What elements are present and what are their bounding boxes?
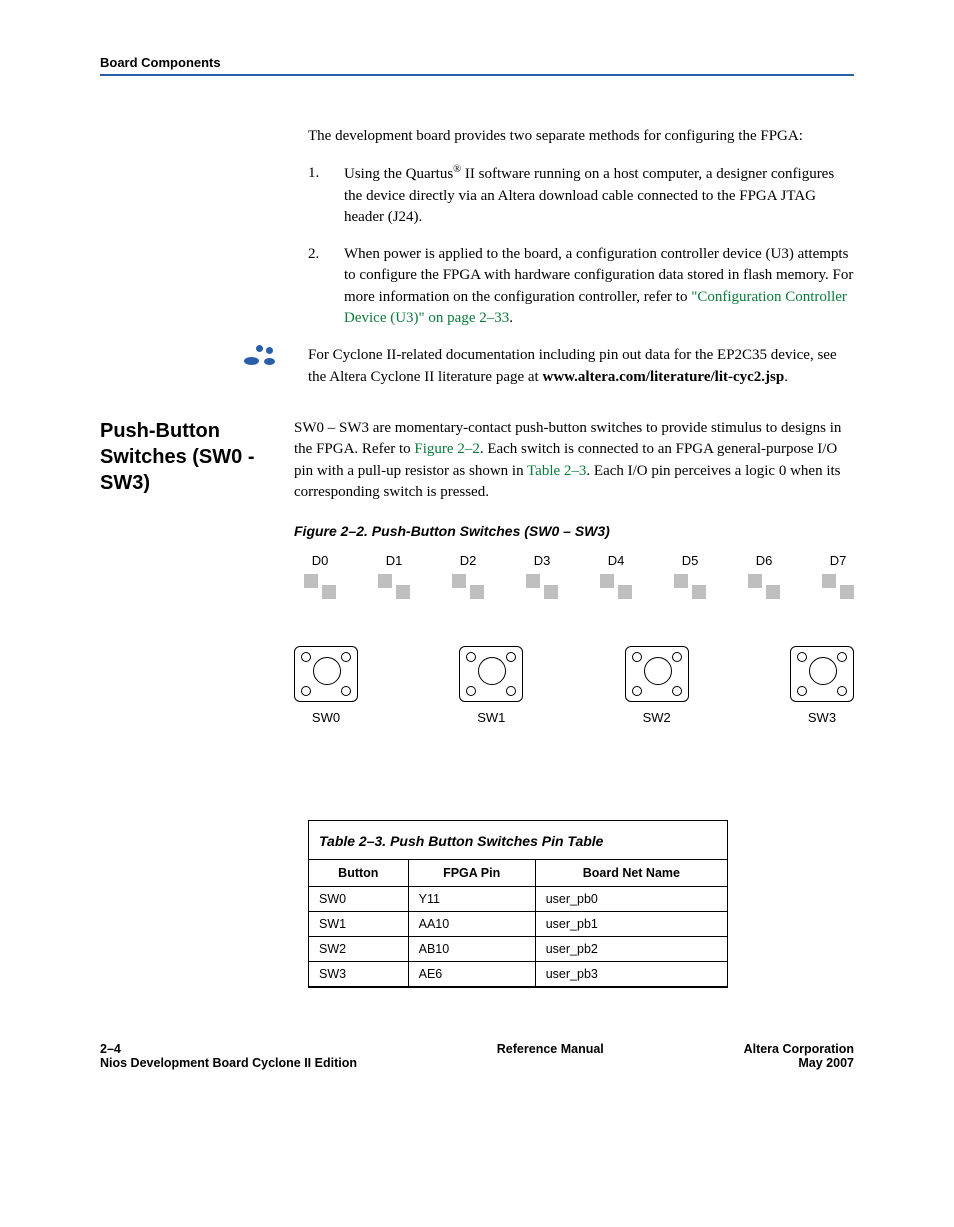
led-icon [674, 574, 706, 606]
page-header: Board Components [100, 55, 854, 76]
led-d7: D7 [822, 553, 854, 606]
table-row: SW0 Y11 user_pb0 [309, 887, 728, 912]
cell-pin: AA10 [408, 912, 535, 937]
note-end: . [784, 369, 788, 385]
figure-area: D0 D1 D2 D3 D4 D5 D6 D7 SW0 SW1 [294, 553, 854, 765]
col-net-name: Board Net Name [535, 860, 727, 887]
led-d4: D4 [600, 553, 632, 606]
led-icon [526, 574, 558, 606]
info-icon-cell [100, 345, 308, 373]
switch-label: SW3 [808, 710, 836, 725]
led-icon [822, 574, 854, 606]
footer-company: Altera Corporation [744, 1042, 854, 1056]
led-d1: D1 [378, 553, 410, 606]
footer-date: May 2007 [744, 1056, 854, 1070]
pushbutton-icon [790, 646, 854, 702]
footer-center: Reference Manual [357, 1042, 744, 1070]
led-d5: D5 [674, 553, 706, 606]
switch-sw3: SW3 [790, 646, 854, 725]
led-d6: D6 [748, 553, 780, 606]
footer-doc-title: Nios Development Board Cyclone II Editio… [100, 1056, 357, 1070]
config-methods-list: 1. Using the Quartus® II software runnin… [308, 163, 854, 329]
led-icon [600, 574, 632, 606]
led-label: D2 [460, 553, 477, 568]
led-label: D7 [830, 553, 847, 568]
text-pre: Using the Quartus [344, 166, 453, 182]
pushbutton-icon [459, 646, 523, 702]
table-header-row: Button FPGA Pin Board Net Name [309, 860, 728, 887]
footprint-icon [234, 345, 288, 373]
cell-button: SW1 [309, 912, 409, 937]
col-button: Button [309, 860, 409, 887]
led-icon [748, 574, 780, 606]
led-icon [378, 574, 410, 606]
cell-button: SW0 [309, 887, 409, 912]
switch-sw2: SW2 [625, 646, 689, 725]
section-body: SW0 – SW3 are momentary-contact push-but… [294, 418, 854, 765]
figure-caption: Figure 2–2. Push-Button Switches (SW0 – … [294, 523, 854, 539]
pushbutton-icon [294, 646, 358, 702]
col-fpga-pin: FPGA Pin [408, 860, 535, 887]
cell-net: user_pb3 [535, 962, 727, 987]
header-section-title: Board Components [100, 55, 854, 70]
info-note-row: For Cyclone II-related documentation inc… [100, 345, 854, 388]
table-row: SW1 AA10 user_pb1 [309, 912, 728, 937]
section-heading: Push-Button Switches (SW0 - SW3) [100, 418, 294, 765]
footer-page-number: 2–4 [100, 1042, 357, 1056]
led-icon [304, 574, 336, 606]
table-row: SW3 AE6 user_pb3 [309, 962, 728, 987]
table-xref[interactable]: Table 2–3 [527, 463, 586, 479]
switch-label: SW1 [477, 710, 505, 725]
cell-pin: Y11 [408, 887, 535, 912]
switch-label: SW2 [643, 710, 671, 725]
led-d3: D3 [526, 553, 558, 606]
switch-sw1: SW1 [459, 646, 523, 725]
cell-pin: AB10 [408, 937, 535, 962]
page-footer: 2–4 Nios Development Board Cyclone II Ed… [100, 1042, 854, 1070]
footer-right: Altera Corporation May 2007 [744, 1042, 854, 1070]
pin-table-wrapper: Table 2–3. Push Button Switches Pin Tabl… [308, 820, 728, 988]
cell-net: user_pb2 [535, 937, 727, 962]
led-label: D6 [756, 553, 773, 568]
figure-xref[interactable]: Figure 2–2 [414, 441, 479, 457]
list-number: 1. [308, 163, 344, 228]
intro-lead: The development board provides two separ… [308, 126, 854, 147]
led-label: D1 [386, 553, 403, 568]
led-label: D0 [312, 553, 329, 568]
switch-label: SW0 [312, 710, 340, 725]
pin-table: Button FPGA Pin Board Net Name SW0 Y11 u… [308, 859, 728, 987]
list-text: When power is applied to the board, a co… [344, 244, 854, 329]
led-d2: D2 [452, 553, 484, 606]
list-number: 2. [308, 244, 344, 329]
info-note-text: For Cyclone II-related documentation inc… [308, 345, 854, 388]
led-icon [452, 574, 484, 606]
footer-left: 2–4 Nios Development Board Cyclone II Ed… [100, 1042, 357, 1070]
config-method-2: 2. When power is applied to the board, a… [308, 244, 854, 329]
registered-mark: ® [453, 164, 461, 175]
led-d0: D0 [304, 553, 336, 606]
led-label: D3 [534, 553, 551, 568]
cell-net: user_pb0 [535, 887, 727, 912]
led-row: D0 D1 D2 D3 D4 D5 D6 D7 [304, 553, 854, 606]
config-method-1: 1. Using the Quartus® II software runnin… [308, 163, 854, 228]
led-label: D5 [682, 553, 699, 568]
cell-net: user_pb1 [535, 912, 727, 937]
list-text: Using the Quartus® II software running o… [344, 163, 854, 228]
cell-pin: AE6 [408, 962, 535, 987]
note-url: www.altera.com/literature/lit-cyc2.jsp [542, 369, 784, 385]
header-rule [100, 74, 854, 76]
table-row: SW2 AB10 user_pb2 [309, 937, 728, 962]
text-post: . [509, 310, 513, 326]
pushbutton-icon [625, 646, 689, 702]
cell-button: SW2 [309, 937, 409, 962]
footer-manual-label: Reference Manual [357, 1042, 744, 1056]
switch-sw0: SW0 [294, 646, 358, 725]
pushbutton-section: Push-Button Switches (SW0 - SW3) SW0 – S… [100, 418, 854, 765]
section-paragraph: SW0 – SW3 are momentary-contact push-but… [294, 418, 854, 503]
intro-block: The development board provides two separ… [308, 126, 854, 329]
cell-button: SW3 [309, 962, 409, 987]
switch-row: SW0 SW1 SW2 SW3 [294, 646, 854, 725]
table-caption: Table 2–3. Push Button Switches Pin Tabl… [308, 821, 728, 859]
led-label: D4 [608, 553, 625, 568]
